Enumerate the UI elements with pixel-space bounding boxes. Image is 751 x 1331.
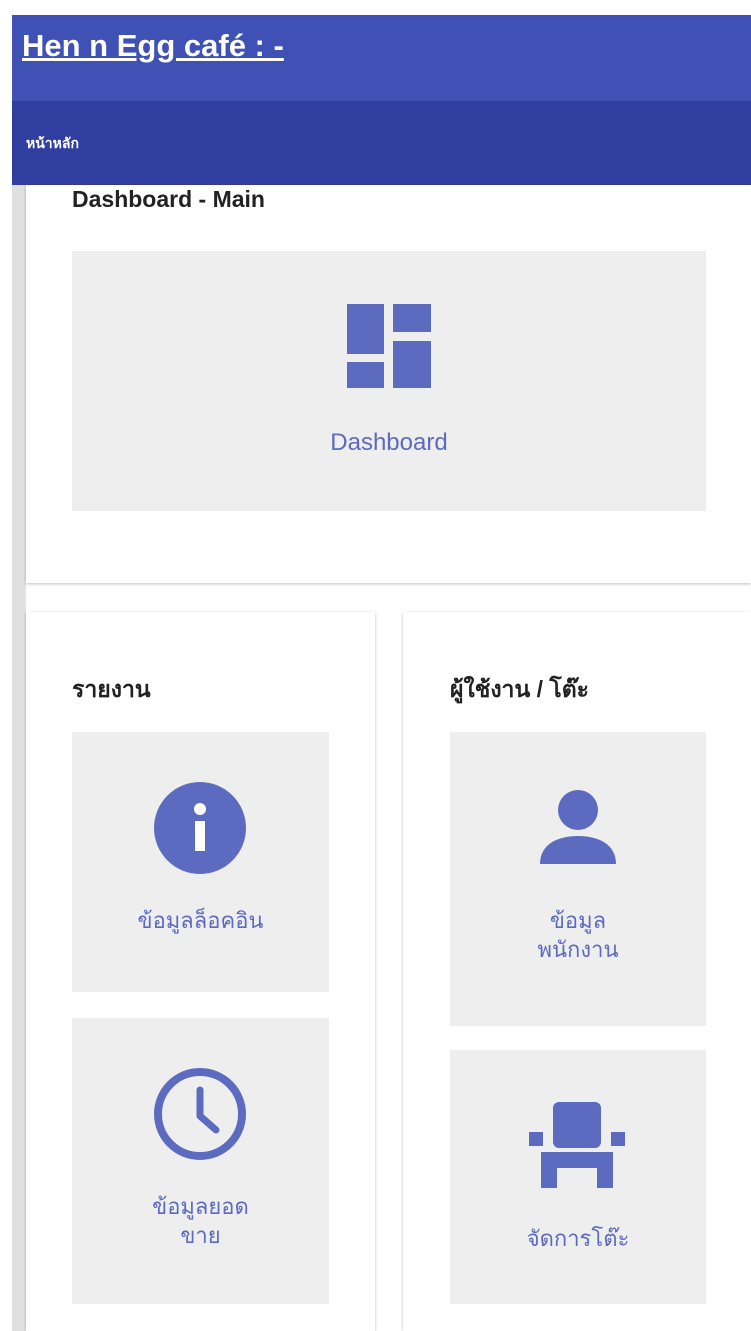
login-info-tile-label: ข้อมูลล็อคอิน <box>137 909 264 934</box>
nav-home-link[interactable]: หน้าหลัก <box>26 133 79 155</box>
clock-icon <box>154 1068 246 1160</box>
seat-icon <box>529 1102 625 1188</box>
login-info-tile[interactable]: ข้อมูลล็อคอิน <box>72 732 329 992</box>
dashboard-icon <box>347 304 431 388</box>
sales-info-tile-label: ข้อมูลยอด ขาย <box>152 1195 249 1249</box>
dashboard-tile-label: Dashboard <box>330 429 448 456</box>
app-title-link[interactable]: Hen n Egg café : - <box>22 28 284 64</box>
dashboard-card-title: Dashboard - Main <box>72 186 265 212</box>
nav-bar <box>12 101 751 185</box>
employee-info-tile-label: ข้อมูล พนักงาน <box>537 909 619 963</box>
users-tables-card-title: ผู้ใช้งาน / โต๊ะ <box>450 676 589 702</box>
sales-info-tile[interactable]: ข้อมูลยอด ขาย <box>72 1018 329 1304</box>
manage-tables-tile[interactable]: จัดการโต๊ะ <box>450 1050 706 1304</box>
sidebar-strip <box>12 185 26 1331</box>
person-icon <box>540 790 616 864</box>
dashboard-tile[interactable]: Dashboard <box>72 251 706 511</box>
info-icon <box>154 782 246 874</box>
employee-info-tile[interactable]: ข้อมูล พนักงาน <box>450 732 706 1026</box>
reports-card-title: รายงาน <box>72 676 151 702</box>
manage-tables-tile-label: จัดการโต๊ะ <box>526 1227 630 1252</box>
